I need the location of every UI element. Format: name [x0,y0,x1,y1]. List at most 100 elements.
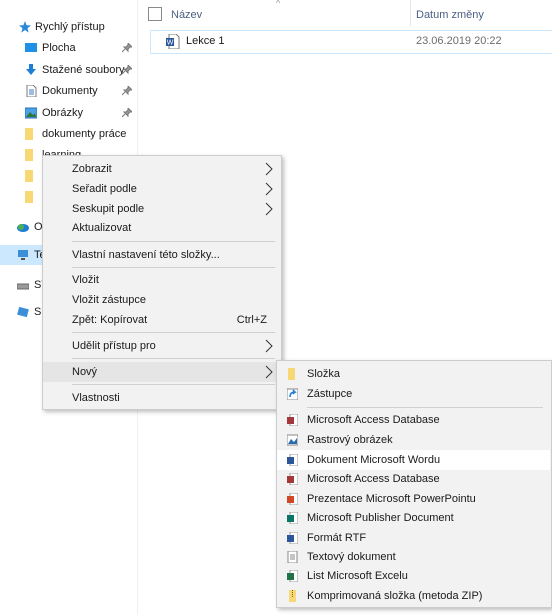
excel-icon [287,570,298,582]
new-item-word-document[interactable]: Dokument Microsoft Wordu [277,450,550,470]
new-item-access-db[interactable]: Microsoft Access Database [277,410,550,430]
submenu-item-label: Zástupce [307,388,353,400]
nav-item-label: Dokumenty [42,85,98,97]
chevron-right-icon [265,202,273,216]
nav-quick-access[interactable]: Rychlý přístup [0,17,137,37]
chevron-right-icon [265,162,273,176]
submenu-item-label: Prezentace Microsoft PowerPointu [307,493,476,505]
menu-separator [72,241,275,242]
menu-item-customize-folder[interactable]: Vlastní nastavení této složky... [43,245,281,265]
submenu-item-label: Dokument Microsoft Wordu [307,454,441,466]
menu-item-label: Vlastní nastavení této složky... [72,249,220,261]
word-file-icon: W [166,34,180,49]
file-name[interactable]: Lekce 1 [186,35,225,47]
nav-quick-access-label: Rychlý přístup [35,21,105,33]
menu-separator [72,384,275,385]
pin-icon[interactable] [122,43,132,53]
pin-icon[interactable] [122,86,132,96]
column-divider[interactable] [410,0,411,26]
new-item-folder[interactable]: Složka [277,364,550,384]
menu-item-paste-shortcut[interactable]: Vložit zástupce [43,290,281,310]
menu-item-refresh[interactable]: Aktualizovat [43,218,281,238]
menu-item-give-access[interactable]: Udělit přístup pro [43,336,281,356]
menu-item-shortcut: Ctrl+Z [236,314,267,326]
context-menu: Zobrazit Seřadit podle Seskupit podle Ak… [42,155,282,410]
submenu-item-label: Microsoft Publisher Document [307,512,454,524]
menu-item-undo-copy[interactable]: Zpět: Kopírovat Ctrl+Z [43,310,281,330]
menu-item-paste[interactable]: Vložit [43,270,281,290]
pin-icon[interactable] [122,65,132,75]
nav-item-label: Stažené soubory [42,64,125,76]
svg-text:W: W [167,40,174,47]
access-icon [287,414,298,426]
new-item-zip[interactable]: Komprimovaná složka (metoda ZIP) [277,586,550,606]
submenu-item-label: Formát RTF [307,532,367,544]
menu-separator [72,332,275,333]
shortcut-icon [287,388,298,400]
submenu-item-label: Složka [307,368,341,380]
menu-item-label: Nový [72,366,98,378]
access-icon [287,473,298,485]
menu-item-label: Zpět: Kopírovat [72,314,148,326]
new-item-rtf[interactable]: Formát RTF [277,528,550,548]
menu-item-new[interactable]: Nový [43,362,281,382]
drive-icon [17,283,29,290]
menu-separator [72,358,275,359]
nav-item-label: dokumenty práce [42,128,127,140]
new-item-powerpoint[interactable]: Prezentace Microsoft PowerPointu [277,489,550,509]
submenu-item-label: Microsoft Access Database [307,414,440,426]
new-item-publisher[interactable]: Microsoft Publisher Document [277,508,550,528]
text-icon [287,551,298,563]
menu-separator [307,407,543,408]
publisher-icon [287,512,298,524]
menu-item-label: Aktualizovat [72,222,132,234]
computer-icon [18,250,28,260]
folder-icon [25,128,33,140]
menu-item-label: Udělit přístup pro [72,340,156,352]
submenu-item-label: Microsoft Access Database [307,473,440,485]
menu-item-sort-by[interactable]: Seřadit podle [43,179,281,199]
onedrive-icon [17,224,29,232]
new-item-shortcut[interactable]: Zástupce [277,384,550,404]
menu-item-label: Vložit [72,274,99,286]
chevron-right-icon [265,365,273,379]
menu-item-label: Seřadit podle [72,183,137,195]
star-icon [19,21,31,33]
pictures-icon [25,107,37,119]
word-icon [287,454,298,466]
nav-item-desktop[interactable]: Plocha [0,38,137,58]
nav-item-dokumenty-prace[interactable]: dokumenty práce [0,124,137,144]
menu-item-properties[interactable]: Vlastnosti [43,388,281,408]
rtf-icon [287,532,298,544]
new-item-bitmap[interactable]: Rastrový obrázek [277,430,550,450]
column-header-name[interactable]: Název [171,9,202,21]
new-item-access-db-2[interactable]: Microsoft Access Database [277,469,550,489]
new-item-excel[interactable]: List Microsoft Excelu [277,566,550,586]
downloads-icon [26,64,36,75]
sort-caret-icon: ^ [276,0,281,8]
submenu-item-label: Rastrový obrázek [307,434,393,446]
nav-item-pictures[interactable]: Obrázky [0,103,137,123]
submenu-item-label: List Microsoft Excelu [307,570,408,582]
chevron-right-icon [265,182,273,196]
column-header-date[interactable]: Datum změny [416,9,484,21]
menu-item-group-by[interactable]: Seskupit podle [43,199,281,219]
documents-icon [26,85,37,97]
submenu-item-label: Komprimovaná složka (metoda ZIP) [307,590,483,602]
menu-item-label: Seskupit podle [72,203,145,215]
nav-item-downloads[interactable]: Stažené soubory [0,60,137,80]
submenu-item-label: Textový dokument [307,551,396,563]
folder-icon [25,170,33,182]
nav-item-documents[interactable]: Dokumenty [0,81,137,101]
folder-icon [288,368,295,380]
nav-item-label: Plocha [42,42,76,54]
zip-icon [289,590,296,602]
file-date: 23.06.2019 20:22 [416,35,502,47]
menu-item-view[interactable]: Zobrazit [43,159,281,179]
folder-icon [25,191,33,203]
new-submenu: Složka Zástupce Microsoft Access Databas… [276,360,552,608]
select-all-checkbox[interactable] [148,7,162,21]
menu-item-label: Vlastnosti [72,392,120,404]
new-item-text-document[interactable]: Textový dokument [277,547,550,567]
pin-icon[interactable] [122,108,132,118]
